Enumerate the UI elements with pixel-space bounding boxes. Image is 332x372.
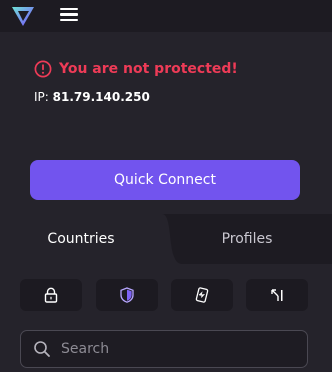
shield-icon	[120, 287, 134, 303]
vpn-logo-icon	[12, 7, 34, 26]
filter-shield-button[interactable]	[96, 279, 158, 311]
filter-panel	[0, 264, 332, 372]
top-bar	[0, 0, 332, 32]
p2p-tag-icon	[195, 287, 209, 303]
ip-address: IP: 81.79.140.250	[34, 90, 150, 104]
filter-redirect-button[interactable]	[246, 279, 308, 311]
exclamation-circle-icon	[34, 60, 52, 78]
ip-label: IP:	[34, 90, 49, 104]
tab-profiles[interactable]: Profiles	[162, 214, 332, 264]
filter-p2p-button[interactable]	[171, 279, 233, 311]
lock-icon	[44, 287, 58, 303]
filter-secure-core-button[interactable]	[20, 279, 82, 311]
search-input[interactable]	[61, 341, 281, 357]
search-box[interactable]	[20, 330, 308, 368]
hamburger-menu-icon[interactable]	[58, 6, 80, 26]
ip-value: 81.79.140.250	[52, 90, 150, 104]
search-icon	[34, 341, 50, 357]
status-message: You are not protected!	[59, 61, 238, 77]
server-list-section: Countries Profiles	[0, 214, 332, 372]
arrow-return-icon	[271, 289, 283, 301]
connection-status-panel: You are not protected! IP: 81.79.140.250…	[0, 32, 332, 214]
tab-countries[interactable]: Countries	[0, 214, 162, 264]
protection-status: You are not protected!	[34, 59, 238, 79]
quick-connect-button[interactable]: Quick Connect	[30, 160, 300, 200]
